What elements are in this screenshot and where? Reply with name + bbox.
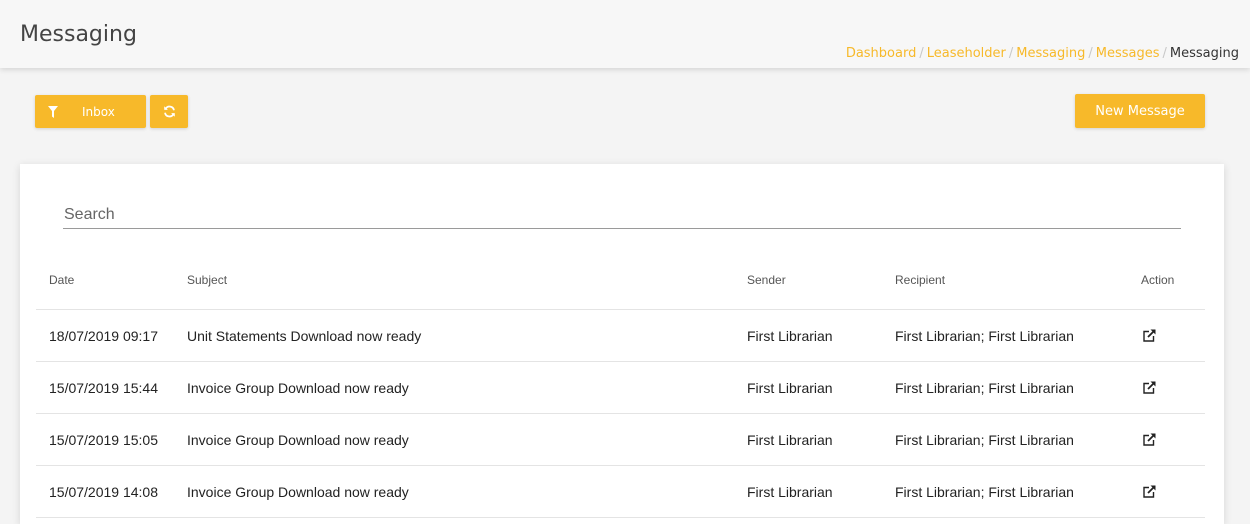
row-sender: First Librarian — [747, 483, 833, 500]
table-row[interactable]: 15/07/2019 15:44 Invoice Group Download … — [36, 362, 1205, 414]
breadcrumb-dashboard[interactable]: Dashboard — [846, 46, 917, 61]
row-sender: First Librarian — [747, 327, 833, 344]
row-subject: Invoice Group Download now ready — [187, 483, 409, 500]
row-sender: First Librarian — [747, 379, 833, 396]
row-subject: Unit Statements Download now ready — [187, 327, 422, 344]
breadcrumb-separator: / — [919, 46, 924, 61]
top-bar: Messaging Dashboard / Leaseholder / Messagin… — [0, 0, 1250, 68]
breadcrumb-separator: / — [1008, 46, 1014, 61]
row-action — [1141, 362, 1157, 413]
table-row[interactable]: 15/07/2019 15:05 Invoice Group Download … — [36, 414, 1205, 466]
row-recipient: First Librarian; First Librarian — [895, 431, 1074, 448]
row-recipient: First Librarian; First Librarian — [895, 379, 1074, 396]
breadcrumb-current: Messaging — [1169, 46, 1239, 61]
external-link-icon[interactable] — [1141, 484, 1157, 500]
column-header-date[interactable]: Date — [49, 251, 74, 309]
filter-icon — [48, 105, 58, 118]
external-link-icon[interactable] — [1141, 328, 1157, 344]
refresh-icon — [163, 105, 175, 118]
page-title: Messaging — [20, 22, 137, 47]
column-header-sender[interactable]: Sender — [747, 251, 786, 309]
messages-card: Date Subject Sender Recipient Action 18/… — [20, 164, 1224, 524]
external-link-icon[interactable] — [1141, 432, 1157, 448]
row-date: 15/07/2019 15:05 — [49, 431, 158, 448]
row-subject: Invoice Group Download now ready — [187, 431, 409, 448]
table-row[interactable]: 15/07/2019 14:08 Invoice Group Download … — [36, 466, 1205, 518]
refresh-button[interactable] — [150, 95, 188, 128]
row-date: 18/07/2019 09:17 — [49, 327, 158, 344]
row-sender: First Librarian — [747, 431, 833, 448]
inbox-filter-button[interactable]: Inbox — [35, 95, 146, 128]
table-row[interactable]: 18/07/2019 09:17 Unit Statements Downloa… — [36, 310, 1205, 362]
breadcrumb-messages[interactable]: Messages — [1096, 46, 1160, 61]
row-subject: Invoice Group Download now ready — [187, 379, 409, 396]
new-message-button[interactable]: New Message — [1075, 94, 1205, 128]
column-header-action: Action — [1141, 273, 1175, 287]
breadcrumb-leaseholder[interactable]: Leaseholder — [927, 46, 1006, 61]
breadcrumb-separator: / — [1162, 46, 1167, 61]
breadcrumb: Dashboard / Leaseholder / Messaging / Messages… — [846, 46, 1239, 61]
breadcrumb-messaging[interactable]: Messaging — [1016, 46, 1085, 61]
row-action — [1141, 414, 1157, 465]
row-recipient: First Librarian; First Librarian — [895, 483, 1074, 500]
row-recipient: First Librarian; First Librarian — [895, 327, 1074, 344]
table-header: Date Subject Sender Recipient Action — [36, 251, 1205, 310]
row-action — [1141, 310, 1157, 361]
inbox-label: Inbox — [82, 104, 115, 119]
messages-table: Date Subject Sender Recipient Action 18/… — [36, 251, 1205, 518]
column-header-recipient[interactable]: Recipient — [895, 251, 945, 309]
row-action — [1141, 466, 1157, 517]
search-input[interactable] — [63, 202, 1181, 229]
column-header-subject[interactable]: Subject — [187, 251, 227, 309]
breadcrumb-separator: / — [1088, 46, 1093, 61]
external-link-icon[interactable] — [1141, 380, 1157, 396]
row-date: 15/07/2019 14:08 — [49, 483, 158, 500]
row-date: 15/07/2019 15:44 — [49, 379, 158, 396]
